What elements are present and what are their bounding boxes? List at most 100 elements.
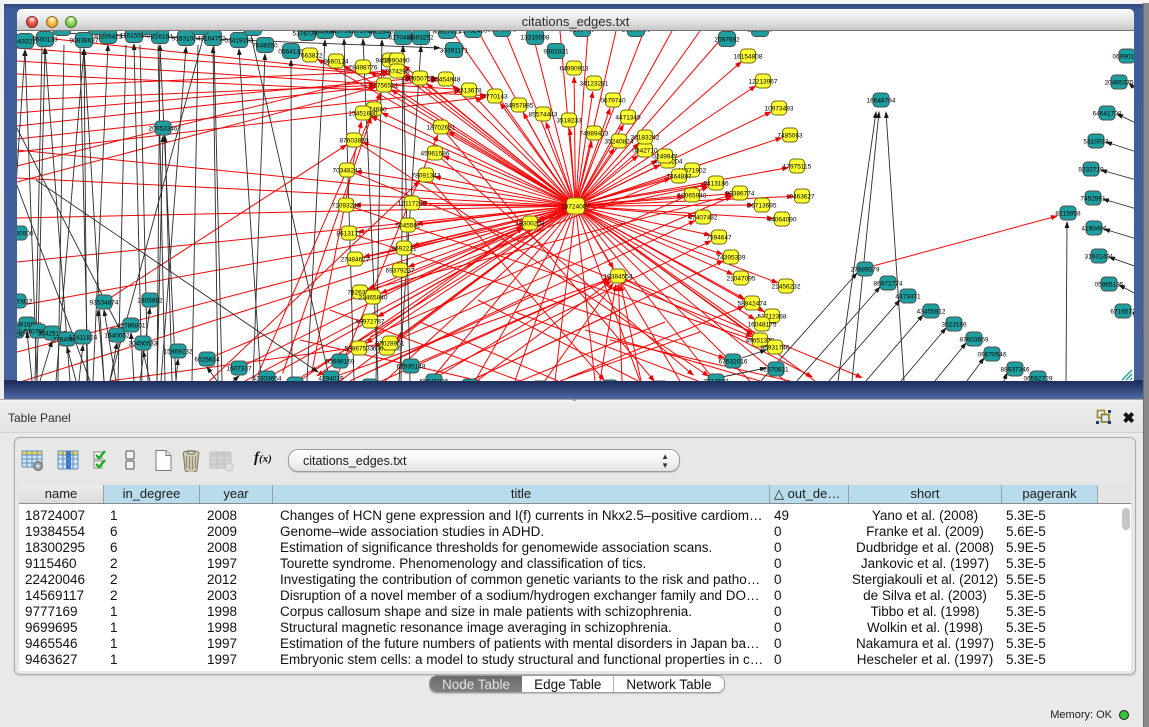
svg-text:20053346: 20053346 — [149, 126, 178, 133]
svg-text:72624731: 72624731 — [83, 31, 112, 32]
svg-text:42786801: 42786801 — [117, 323, 146, 330]
svg-text:8660124: 8660124 — [323, 59, 349, 66]
svg-text:8613171: 8613171 — [336, 231, 362, 238]
svg-text:09670546: 09670546 — [978, 352, 1007, 359]
svg-text:2087682: 2087682 — [714, 37, 740, 44]
svg-text:1607337: 1607337 — [226, 366, 252, 373]
svg-text:1640052: 1640052 — [104, 333, 130, 340]
svg-text:12411824: 12411824 — [69, 335, 98, 342]
svg-text:78091343: 78091343 — [412, 173, 441, 180]
svg-text:7452991: 7452991 — [1080, 196, 1106, 203]
svg-text:13315098: 13315098 — [521, 35, 550, 42]
svg-text:53419283: 53419283 — [225, 38, 254, 45]
svg-text:9413186: 9413186 — [703, 181, 729, 188]
svg-text:3518233: 3518233 — [556, 118, 582, 125]
svg-text:22782489: 22782489 — [459, 31, 488, 35]
svg-text:35454948: 35454948 — [432, 77, 461, 84]
svg-text:30980500: 30980500 — [17, 231, 34, 238]
svg-text:69379237: 69379237 — [386, 268, 415, 275]
svg-text:16117240: 16117240 — [398, 201, 427, 208]
svg-text:9463627: 9463627 — [789, 194, 815, 201]
svg-text:6716572: 6716572 — [1110, 309, 1134, 316]
svg-text:1656670: 1656670 — [747, 31, 773, 34]
svg-text:88937346: 88937346 — [1001, 367, 1030, 374]
svg-text:5183473: 5183473 — [569, 31, 595, 34]
svg-text:80957015: 80957015 — [433, 31, 462, 36]
svg-text:78820812: 78820812 — [17, 299, 33, 306]
svg-text:27484677: 27484677 — [341, 257, 370, 264]
svg-text:34957885: 34957885 — [505, 103, 534, 110]
svg-text:29973763: 29973763 — [622, 31, 651, 34]
svg-text:99386774: 99386774 — [726, 191, 755, 198]
svg-text:36713695: 36713695 — [748, 203, 777, 210]
svg-text:71093248: 71093248 — [332, 203, 361, 210]
svg-text:18724007: 18724007 — [561, 204, 590, 211]
svg-text:10973493: 10973493 — [765, 106, 794, 113]
svg-text:28498776: 28498776 — [349, 65, 378, 72]
svg-text:7770143: 7770143 — [482, 94, 508, 101]
svg-text:0249947: 0249947 — [652, 154, 678, 161]
svg-text:8692221: 8692221 — [391, 246, 417, 253]
svg-text:77360260: 77360260 — [186, 31, 215, 32]
svg-text:4190496: 4190496 — [1081, 226, 1107, 233]
svg-text:45961586: 45961586 — [421, 151, 450, 158]
svg-text:06562729: 06562729 — [1024, 376, 1053, 382]
svg-text:81080132: 81080132 — [136, 31, 165, 32]
svg-text:44064090: 44064090 — [768, 217, 797, 224]
svg-text:27028951: 27028951 — [376, 341, 405, 348]
svg-text:34123281: 34123281 — [580, 81, 609, 88]
svg-text:8215958: 8215958 — [1055, 211, 1081, 218]
svg-text:55698169: 55698169 — [326, 359, 355, 366]
svg-text:74395339: 74395339 — [717, 255, 746, 262]
svg-text:5045562: 5045562 — [395, 223, 421, 230]
svg-text:19065940: 19065940 — [678, 193, 707, 200]
svg-text:6025634: 6025634 — [194, 357, 220, 364]
svg-text:7874296: 7874296 — [384, 69, 410, 76]
svg-text:12213967: 12213967 — [749, 79, 778, 86]
svg-text:7917693: 7917693 — [703, 379, 729, 382]
svg-text:70348247: 70348247 — [333, 168, 362, 175]
svg-text:15451680: 15451680 — [349, 111, 378, 118]
svg-text:43534624: 43534624 — [17, 332, 23, 339]
svg-text:65648236: 65648236 — [420, 379, 449, 382]
svg-text:31931491: 31931491 — [1085, 254, 1114, 261]
svg-text:0679740: 0679740 — [600, 98, 626, 105]
svg-text:21456232: 21456232 — [772, 284, 801, 291]
svg-text:4893252: 4893252 — [408, 35, 434, 42]
svg-text:21047095: 21047095 — [727, 276, 756, 283]
svg-text:58867533: 58867533 — [345, 346, 374, 353]
svg-text:9301031: 9301031 — [543, 49, 569, 56]
svg-text:20465375: 20465375 — [1105, 80, 1134, 87]
svg-text:4471349: 4471349 — [615, 115, 641, 122]
svg-text:3623166: 3623166 — [941, 322, 967, 329]
svg-text:36183242: 36183242 — [631, 135, 660, 142]
svg-text:3164752: 3164752 — [200, 36, 226, 43]
svg-text:9600133: 9600133 — [32, 37, 58, 44]
svg-text:5310033: 5310033 — [1083, 139, 1109, 146]
svg-text:74989413: 74989413 — [580, 131, 609, 138]
svg-text:06990162: 06990162 — [1113, 54, 1134, 61]
svg-text:49972787: 49972787 — [356, 319, 385, 326]
svg-text:85931746: 85931746 — [761, 345, 790, 352]
svg-text:16648784: 16648784 — [867, 98, 896, 105]
svg-text:19384554: 19384554 — [604, 274, 633, 281]
svg-text:61595148: 61595148 — [397, 364, 426, 371]
svg-text:3990490: 3990490 — [384, 58, 410, 65]
svg-text:86872774: 86872774 — [874, 281, 903, 288]
svg-text:7485063: 7485063 — [777, 133, 803, 140]
svg-text:7594647: 7594647 — [706, 235, 732, 242]
svg-text:95931034: 95931034 — [172, 36, 201, 43]
svg-text:4294019: 4294019 — [318, 376, 344, 382]
svg-text:19300203: 19300203 — [516, 221, 545, 228]
svg-text:2870831: 2870831 — [763, 367, 789, 374]
svg-text:38346578: 38346578 — [488, 31, 517, 34]
svg-text:9232719: 9232719 — [1078, 167, 1104, 174]
svg-text:7648350: 7648350 — [252, 43, 278, 50]
svg-text:27889579: 27889579 — [851, 267, 880, 274]
svg-text:10651333: 10651333 — [48, 31, 77, 33]
svg-text:7663822: 7663822 — [297, 53, 323, 60]
svg-text:47468723: 47468723 — [239, 31, 268, 33]
svg-text:93534874: 93534874 — [90, 300, 119, 307]
svg-text:87603669: 87603669 — [960, 337, 989, 344]
svg-text:8313678: 8313678 — [456, 88, 482, 95]
